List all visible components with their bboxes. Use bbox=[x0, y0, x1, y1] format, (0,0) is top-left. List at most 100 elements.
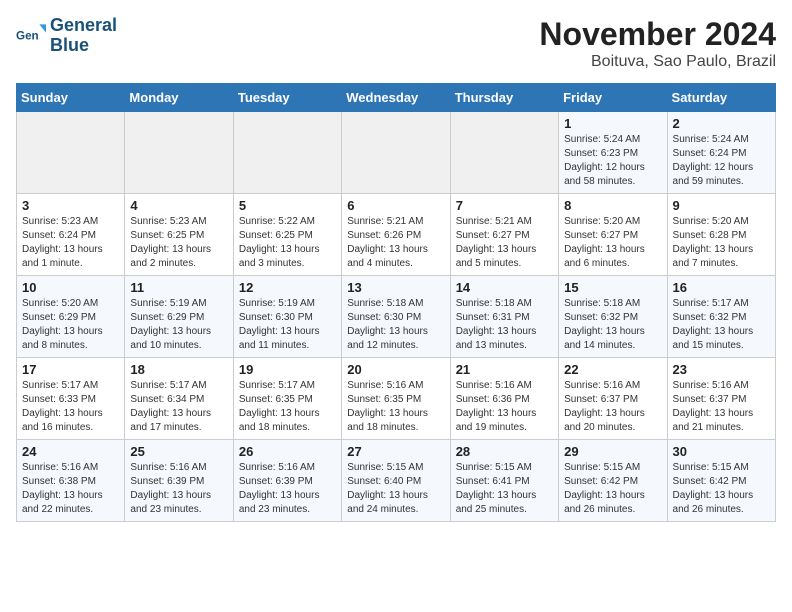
calendar-cell: 30 Sunrise: 5:15 AM Sunset: 6:42 PM Dayli… bbox=[667, 440, 775, 522]
logo: Gen General Blue bbox=[16, 16, 117, 56]
day-number: 30 bbox=[673, 444, 770, 459]
day-info: Sunrise: 5:17 AM Sunset: 6:35 PM Dayligh… bbox=[239, 379, 336, 435]
day-number: 12 bbox=[239, 280, 336, 295]
calendar-cell bbox=[450, 112, 558, 194]
day-number: 16 bbox=[673, 280, 770, 295]
day-info: Sunrise: 5:20 AM Sunset: 6:28 PM Dayligh… bbox=[673, 215, 770, 271]
day-info: Sunrise: 5:24 AM Sunset: 6:24 PM Dayligh… bbox=[673, 133, 770, 189]
calendar-cell: 10 Sunrise: 5:20 AM Sunset: 6:29 PM Dayli… bbox=[17, 276, 125, 358]
calendar-cell: 28 Sunrise: 5:15 AM Sunset: 6:41 PM Dayli… bbox=[450, 440, 558, 522]
day-number: 1 bbox=[564, 116, 661, 131]
day-info: Sunrise: 5:21 AM Sunset: 6:26 PM Dayligh… bbox=[347, 215, 444, 271]
header: Gen General Blue November 2024 Boituva, … bbox=[16, 16, 776, 71]
day-number: 18 bbox=[130, 362, 227, 377]
day-number: 24 bbox=[22, 444, 119, 459]
calendar-cell: 26 Sunrise: 5:16 AM Sunset: 6:39 PM Dayli… bbox=[233, 440, 341, 522]
day-number: 8 bbox=[564, 198, 661, 213]
day-info: Sunrise: 5:20 AM Sunset: 6:27 PM Dayligh… bbox=[564, 215, 661, 271]
calendar-table: SundayMondayTuesdayWednesdayThursdayFrid… bbox=[16, 83, 776, 522]
calendar-cell: 3 Sunrise: 5:23 AM Sunset: 6:24 PM Daylig… bbox=[17, 194, 125, 276]
day-number: 17 bbox=[22, 362, 119, 377]
calendar-cell bbox=[125, 112, 233, 194]
day-info: Sunrise: 5:15 AM Sunset: 6:42 PM Dayligh… bbox=[673, 461, 770, 517]
weekday-header: Thursday bbox=[450, 84, 558, 112]
calendar-cell: 18 Sunrise: 5:17 AM Sunset: 6:34 PM Dayli… bbox=[125, 358, 233, 440]
calendar-cell: 6 Sunrise: 5:21 AM Sunset: 6:26 PM Daylig… bbox=[342, 194, 450, 276]
calendar-cell: 11 Sunrise: 5:19 AM Sunset: 6:29 PM Dayli… bbox=[125, 276, 233, 358]
title-area: November 2024 Boituva, Sao Paulo, Brazil bbox=[539, 16, 776, 71]
day-info: Sunrise: 5:20 AM Sunset: 6:29 PM Dayligh… bbox=[22, 297, 119, 353]
calendar-cell: 21Sunrise: 5:16 AM Sunset: 6:36 PM Dayli… bbox=[450, 358, 558, 440]
calendar-cell: 27 Sunrise: 5:15 AM Sunset: 6:40 PM Dayli… bbox=[342, 440, 450, 522]
calendar-cell bbox=[233, 112, 341, 194]
day-info: Sunrise: 5:15 AM Sunset: 6:41 PM Dayligh… bbox=[456, 461, 553, 517]
day-number: 28 bbox=[456, 444, 553, 459]
weekday-header: Sunday bbox=[17, 84, 125, 112]
day-info: Sunrise: 5:16 AM Sunset: 6:39 PM Dayligh… bbox=[130, 461, 227, 517]
day-info: Sunrise: 5:24 AM Sunset: 6:23 PM Dayligh… bbox=[564, 133, 661, 189]
day-info: Sunrise: 5:16 AM Sunset: 6:37 PM Dayligh… bbox=[564, 379, 661, 435]
day-number: 4 bbox=[130, 198, 227, 213]
calendar-cell: 24 Sunrise: 5:16 AM Sunset: 6:38 PM Dayli… bbox=[17, 440, 125, 522]
day-info: Sunrise: 5:17 AM Sunset: 6:34 PM Dayligh… bbox=[130, 379, 227, 435]
calendar-cell: 9 Sunrise: 5:20 AM Sunset: 6:28 PM Daylig… bbox=[667, 194, 775, 276]
day-info: Sunrise: 5:16 AM Sunset: 6:39 PM Dayligh… bbox=[239, 461, 336, 517]
calendar-cell: 13 Sunrise: 5:18 AM Sunset: 6:30 PM Dayli… bbox=[342, 276, 450, 358]
day-info: Sunrise: 5:23 AM Sunset: 6:25 PM Dayligh… bbox=[130, 215, 227, 271]
day-number: 9 bbox=[673, 198, 770, 213]
day-number: 25 bbox=[130, 444, 227, 459]
day-info: Sunrise: 5:18 AM Sunset: 6:31 PM Dayligh… bbox=[456, 297, 553, 353]
month-title: November 2024 bbox=[539, 16, 776, 53]
calendar-cell: 19 Sunrise: 5:17 AM Sunset: 6:35 PM Dayli… bbox=[233, 358, 341, 440]
day-number: 13 bbox=[347, 280, 444, 295]
weekday-header: Tuesday bbox=[233, 84, 341, 112]
day-number: 11 bbox=[130, 280, 227, 295]
day-info: Sunrise: 5:16 AM Sunset: 6:37 PM Dayligh… bbox=[673, 379, 770, 435]
day-number: 27 bbox=[347, 444, 444, 459]
day-number: 23 bbox=[673, 362, 770, 377]
weekday-header: Friday bbox=[559, 84, 667, 112]
day-info: Sunrise: 5:16 AM Sunset: 6:35 PM Dayligh… bbox=[347, 379, 444, 435]
logo-line1: General bbox=[50, 16, 117, 36]
day-info: Sunrise: 5:19 AM Sunset: 6:29 PM Dayligh… bbox=[130, 297, 227, 353]
calendar-cell bbox=[17, 112, 125, 194]
day-info: Sunrise: 5:23 AM Sunset: 6:24 PM Dayligh… bbox=[22, 215, 119, 271]
day-info: Sunrise: 5:18 AM Sunset: 6:30 PM Dayligh… bbox=[347, 297, 444, 353]
day-number: 5 bbox=[239, 198, 336, 213]
day-number: 3 bbox=[22, 198, 119, 213]
svg-text:Gen: Gen bbox=[16, 29, 39, 42]
day-info: Sunrise: 5:15 AM Sunset: 6:40 PM Dayligh… bbox=[347, 461, 444, 517]
day-info: Sunrise: 5:17 AM Sunset: 6:33 PM Dayligh… bbox=[22, 379, 119, 435]
calendar-cell: 29Sunrise: 5:15 AM Sunset: 6:42 PM Dayli… bbox=[559, 440, 667, 522]
day-number: 7 bbox=[456, 198, 553, 213]
day-number: 6 bbox=[347, 198, 444, 213]
calendar-cell: 20Sunrise: 5:16 AM Sunset: 6:35 PM Dayli… bbox=[342, 358, 450, 440]
day-info: Sunrise: 5:22 AM Sunset: 6:25 PM Dayligh… bbox=[239, 215, 336, 271]
calendar-cell: 7 Sunrise: 5:21 AM Sunset: 6:27 PM Daylig… bbox=[450, 194, 558, 276]
calendar-cell: 1 Sunrise: 5:24 AM Sunset: 6:23 PM Daylig… bbox=[559, 112, 667, 194]
weekday-header: Saturday bbox=[667, 84, 775, 112]
logo-line2: Blue bbox=[50, 36, 117, 56]
calendar-cell: 14Sunrise: 5:18 AM Sunset: 6:31 PM Dayli… bbox=[450, 276, 558, 358]
calendar-cell: 15Sunrise: 5:18 AM Sunset: 6:32 PM Dayli… bbox=[559, 276, 667, 358]
location-title: Boituva, Sao Paulo, Brazil bbox=[539, 53, 776, 71]
calendar-cell: 8 Sunrise: 5:20 AM Sunset: 6:27 PM Daylig… bbox=[559, 194, 667, 276]
weekday-header: Wednesday bbox=[342, 84, 450, 112]
day-number: 26 bbox=[239, 444, 336, 459]
day-info: Sunrise: 5:16 AM Sunset: 6:38 PM Dayligh… bbox=[22, 461, 119, 517]
day-number: 2 bbox=[673, 116, 770, 131]
day-info: Sunrise: 5:21 AM Sunset: 6:27 PM Dayligh… bbox=[456, 215, 553, 271]
calendar-cell: 23 Sunrise: 5:16 AM Sunset: 6:37 PM Dayli… bbox=[667, 358, 775, 440]
calendar-cell: 22 Sunrise: 5:16 AM Sunset: 6:37 PM Dayli… bbox=[559, 358, 667, 440]
day-number: 22 bbox=[564, 362, 661, 377]
day-number: 19 bbox=[239, 362, 336, 377]
calendar-cell: 5 Sunrise: 5:22 AM Sunset: 6:25 PM Daylig… bbox=[233, 194, 341, 276]
calendar-cell: 25 Sunrise: 5:16 AM Sunset: 6:39 PM Dayli… bbox=[125, 440, 233, 522]
calendar-cell: 16Sunrise: 5:17 AM Sunset: 6:32 PM Dayli… bbox=[667, 276, 775, 358]
calendar-cell bbox=[342, 112, 450, 194]
day-number: 21 bbox=[456, 362, 553, 377]
day-number: 10 bbox=[22, 280, 119, 295]
day-info: Sunrise: 5:18 AM Sunset: 6:32 PM Dayligh… bbox=[564, 297, 661, 353]
weekday-header: Monday bbox=[125, 84, 233, 112]
calendar-cell: 2 Sunrise: 5:24 AM Sunset: 6:24 PM Daylig… bbox=[667, 112, 775, 194]
